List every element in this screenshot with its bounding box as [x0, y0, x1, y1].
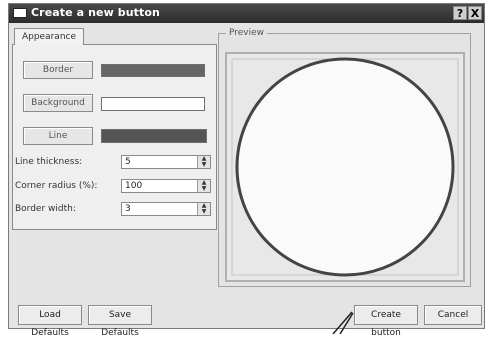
line-thickness-spinbox[interactable]: 5 ▲ ▼	[121, 155, 211, 169]
background-color-swatch[interactable]	[101, 97, 205, 111]
close-button[interactable]: X	[468, 6, 482, 20]
background-color-button[interactable]: Background	[23, 94, 93, 112]
help-button[interactable]: ?	[453, 6, 467, 20]
preview-canvas	[225, 52, 465, 282]
load-defaults-button[interactable]: Load Defaults	[18, 305, 82, 338]
border-width-label: Border width:	[15, 204, 76, 214]
preview-button-shape	[235, 57, 455, 277]
line-thickness-value: 5	[125, 157, 131, 167]
create-button[interactable]: Create button	[354, 305, 418, 338]
preview-label: Preview	[226, 28, 268, 38]
cancel-button[interactable]: Cancel	[424, 305, 482, 325]
save-defaults-button[interactable]: Save Defaults	[88, 305, 152, 338]
title-bar: Create a new button ? X	[9, 4, 484, 23]
corner-radius-spinbox[interactable]: 100 ▲ ▼	[121, 179, 211, 193]
spin-arrows-icon[interactable]: ▲ ▼	[197, 203, 210, 215]
border-width-spinbox[interactable]: 3 ▲ ▼	[121, 202, 211, 216]
border-color-swatch[interactable]	[101, 64, 205, 77]
line-thickness-label: Line thickness:	[15, 157, 83, 167]
spin-arrows-icon[interactable]: ▲ ▼	[197, 180, 210, 192]
line-color-button[interactable]: Line	[23, 127, 93, 145]
corner-radius-value: 100	[125, 181, 143, 191]
spin-arrows-icon[interactable]: ▲ ▼	[197, 156, 210, 168]
border-color-button[interactable]: Border	[23, 61, 93, 79]
border-width-value: 3	[125, 204, 131, 214]
window-icon	[13, 8, 27, 18]
tab-appearance[interactable]: Appearance	[14, 28, 84, 45]
preview-svg	[231, 57, 459, 277]
corner-radius-label: Corner radius (%):	[15, 181, 98, 191]
window-title: Create a new button	[31, 6, 160, 19]
appearance-panel: Border Background Line Line thickness: 5…	[12, 44, 217, 230]
line-color-swatch[interactable]	[101, 129, 207, 143]
